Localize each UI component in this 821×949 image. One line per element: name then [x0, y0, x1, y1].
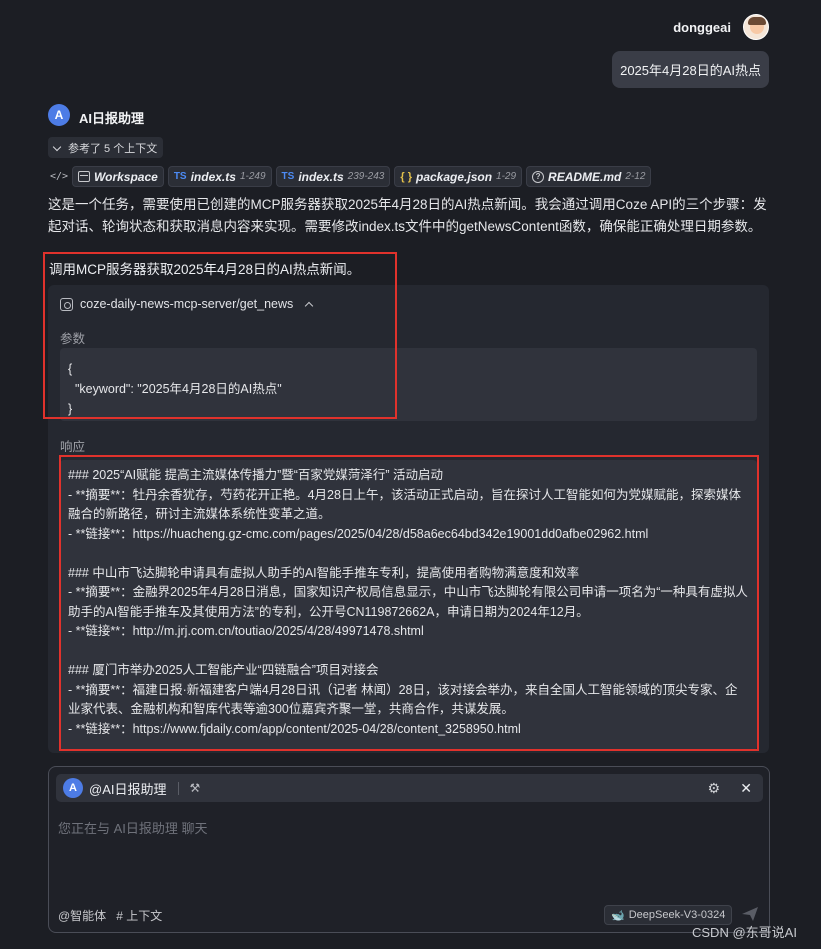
context-file-list: </> Workspace TS index.ts 1-249 TS index…: [50, 166, 652, 187]
add-context-button[interactable]: # 上下文: [116, 907, 162, 924]
response-item-title: ### 2025“AI赋能 提高主流媒体传播力”暨“百家党媒菏泽行” 活动启动: [68, 468, 444, 482]
response-item: ### 中山市飞达脚轮申请具有虚拟人助手的AI智能手推车专利，提高使用者购物满意…: [68, 564, 749, 642]
response-item: ### 厦门市举办2025人工智能产业“四链融合”项目对接会 - **摘要**：…: [68, 661, 749, 739]
response-item-summary: - **摘要**：福建日报·新福建客户端4月28日讯（记者 林闻）28日，该对接…: [68, 682, 738, 717]
model-name: DeepSeek-V3-0324: [628, 909, 726, 921]
user-message: 2025年4月28日的AI热点: [612, 51, 769, 88]
code-icon: </>: [50, 171, 69, 182]
user-avatar: [743, 14, 769, 40]
close-icon[interactable]: ✕: [740, 780, 752, 797]
context-references-label: 参考了 5 个上下文: [68, 142, 158, 155]
file-chip-package-json[interactable]: { } package.json 1-29: [394, 166, 523, 187]
response-item: ### 2025“AI赋能 提高主流媒体传播力”暨“百家党媒菏泽行” 活动启动 …: [68, 466, 749, 544]
chevron-down-icon: [52, 143, 62, 153]
file-chip-workspace[interactable]: Workspace: [72, 166, 164, 187]
file-chip-index-ts-2[interactable]: TS index.ts 239-243: [275, 166, 391, 187]
file-chip-label: Workspace: [94, 169, 158, 184]
tools-icon[interactable]: ⚒: [189, 781, 203, 795]
response-label: 响应: [60, 440, 86, 454]
agent-mention[interactable]: @AI日报助理: [89, 779, 166, 798]
file-chip-range: 1-29: [496, 171, 517, 182]
response-item-link: - **链接**：https://www.fjdaily.com/app/con…: [68, 721, 521, 736]
file-chip-label: index.ts: [190, 169, 236, 184]
file-chip-readme[interactable]: ? README.md 2-12: [526, 166, 652, 187]
assistant-name: AI日报助理: [79, 111, 145, 126]
composer-toolbar: @智能体 # 上下文: [58, 907, 162, 924]
response-item-link: - **链接**：https://huacheng.gz-cmc.com/pag…: [68, 526, 649, 541]
typescript-icon: TS: [281, 171, 295, 182]
response-content: ### 2025“AI赋能 提高主流媒体传播力”暨“百家党媒菏泽行” 活动启动 …: [60, 460, 757, 750]
gear-icon[interactable]: ⚙: [707, 780, 720, 797]
params-label: 参数: [60, 332, 86, 346]
divider: [178, 781, 180, 795]
whale-icon: 🐋: [611, 909, 625, 922]
workspace-icon: [78, 171, 90, 182]
file-chip-range: 239-243: [347, 171, 385, 182]
info-icon: ?: [532, 170, 545, 183]
file-chip-range: 2-12: [625, 171, 646, 182]
tool-call-header[interactable]: coze-daily-news-mcp-server/get_news: [60, 297, 314, 311]
assistant-avatar: A: [48, 104, 70, 126]
response-item-summary: - **摘要**：牡丹余香犹存，芍药花开正艳。4月28日上午，该活动正式启动，旨…: [68, 487, 741, 522]
watermark: CSDN @东哥说AI: [692, 925, 797, 940]
tool-name: coze-daily-news-mcp-server/get_news: [80, 297, 294, 311]
chat-input[interactable]: 您正在与 AI日报助理 聊天: [58, 818, 208, 837]
file-chip-label: README.md: [548, 169, 622, 184]
chevron-up-icon: [304, 299, 314, 309]
file-chip-range: 1-249: [239, 171, 266, 182]
mention-agent-button[interactable]: @智能体: [58, 907, 106, 924]
send-icon[interactable]: [741, 906, 759, 922]
typescript-icon: TS: [173, 171, 187, 182]
file-chip-label: index.ts: [298, 169, 344, 184]
response-item-link: - **链接**：http://m.jrj.com.cn/toutiao/202…: [68, 624, 424, 638]
file-chip-index-ts-1[interactable]: TS index.ts 1-249: [167, 166, 272, 187]
response-item-summary: - **摘要**：金融界2025年4月28日消息，国家知识产权局信息显示，中山市…: [68, 585, 748, 619]
user-name: donggeai: [673, 20, 731, 35]
assistant-paragraph: 这是一个任务，需要使用已创建的MCP服务器获取2025年4月28日的AI热点新闻…: [48, 197, 767, 234]
context-references-toggle[interactable]: 参考了 5 个上下文: [48, 137, 164, 158]
tool-call-description: 调用MCP服务器获取2025年4月28日的AI热点新闻。: [49, 262, 361, 277]
file-chip-label: package.json: [416, 169, 493, 184]
agent-selector-bar: A @AI日报助理 ⚒ ⚙ ✕: [56, 774, 763, 802]
json-icon: { }: [400, 170, 412, 183]
response-item-title: ### 厦门市举办2025人工智能产业“四链融合”项目对接会: [68, 663, 379, 677]
params-json: { "keyword": "2025年4月28日的AI热点" }: [60, 348, 757, 421]
response-item-title: ### 中山市飞达脚轮申请具有虚拟人助手的AI智能手推车专利，提高使用者购物满意…: [68, 565, 580, 580]
mcp-tool-icon: [60, 297, 73, 311]
agent-avatar: A: [63, 778, 83, 798]
